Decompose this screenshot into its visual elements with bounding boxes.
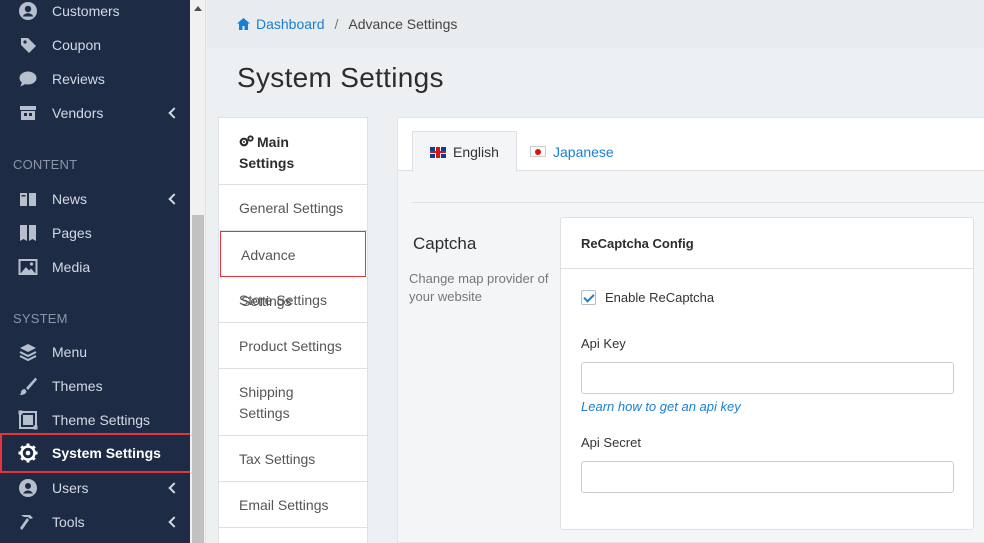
sidebar-item-reviews[interactable]: Reviews [0, 64, 190, 94]
sidebar-item-label: Themes [52, 378, 103, 394]
comment-icon [17, 68, 39, 90]
chevron-left-icon [168, 516, 180, 528]
api-secret-input[interactable] [581, 461, 954, 493]
sidebar-item-coupon[interactable]: Coupon [0, 30, 190, 60]
chevron-left-icon [168, 107, 180, 119]
tab-label: English [453, 144, 499, 160]
settings-menu-heading: Main Settings [219, 118, 367, 185]
sidebar-item-tools[interactable]: Tools [0, 507, 190, 537]
menu-item-store-settings[interactable]: Store Settings [219, 277, 367, 323]
hammer-icon [17, 511, 39, 533]
enable-recaptcha-row[interactable]: Enable ReCaptcha [581, 290, 714, 305]
breadcrumb-separator: / [334, 16, 339, 32]
sidebar-item-themes[interactable]: Themes [0, 371, 190, 401]
menu-item-email-settings[interactable]: Email Settings [219, 482, 367, 528]
sidebar-item-news[interactable]: News [0, 184, 190, 214]
sidebar-item-pages[interactable]: Pages [0, 218, 190, 248]
api-key-label: Api Key [581, 336, 626, 351]
brush-icon [17, 375, 39, 397]
section-divider [412, 202, 984, 203]
tab-japanese[interactable]: Japanese [513, 131, 631, 172]
sidebar-item-label: Menu [52, 344, 88, 360]
menu-item-shipping-settings[interactable]: Shipping Settings [219, 369, 367, 436]
image-icon [17, 256, 39, 278]
home-icon [237, 18, 250, 30]
sidebar: Customers Coupon Reviews Vendors CONTENT… [0, 0, 193, 543]
recaptcha-config-card: ReCaptcha Config Enable ReCaptcha Api Ke… [560, 217, 974, 530]
sidebar-section-system: SYSTEM [13, 311, 68, 326]
sidebar-scrollbar[interactable] [190, 0, 206, 543]
user-circle-icon [17, 0, 39, 22]
uk-flag-icon [430, 146, 446, 158]
api-secret-label: Api Secret [581, 435, 641, 450]
scroll-up-arrow-icon[interactable] [194, 6, 202, 11]
layers-icon [17, 341, 39, 363]
sidebar-item-label: Vendors [52, 105, 104, 121]
settings-panel: English Japanese Captcha Change map prov… [397, 117, 984, 543]
api-key-input[interactable] [581, 362, 954, 394]
breadcrumb: Dashboard / Advance Settings [207, 0, 984, 48]
japan-flag-icon [530, 146, 546, 157]
sidebar-section-content: CONTENT [13, 157, 78, 172]
settings-menu: Main Settings General Settings Advance S… [218, 117, 368, 543]
sidebar-item-system-settings[interactable]: System Settings [0, 433, 193, 473]
chevron-left-icon [168, 482, 180, 494]
api-key-help-link[interactable]: Learn how to get an api key [581, 399, 741, 414]
menu-item-advance-settings[interactable]: Advance Settings [220, 231, 366, 309]
enable-recaptcha-checkbox[interactable] [581, 290, 596, 305]
sidebar-item-label: Customers [52, 3, 120, 19]
scrollbar-thumb[interactable] [192, 215, 204, 543]
sidebar-item-menu[interactable]: Menu [0, 337, 190, 367]
users-icon [17, 477, 39, 499]
menu-item-label: Shipping Settings [239, 384, 294, 421]
breadcrumb-dashboard-label: Dashboard [256, 16, 325, 32]
theme-settings-icon [17, 409, 39, 431]
card-title: ReCaptcha Config [561, 218, 973, 269]
pages-icon [17, 222, 39, 244]
sidebar-item-label: Pages [52, 225, 92, 241]
sidebar-item-vendors[interactable]: Vendors [0, 98, 190, 128]
sidebar-item-label: Users [52, 480, 89, 496]
language-tabs: English Japanese [398, 118, 984, 172]
menu-item-general-settings[interactable]: General Settings [219, 185, 367, 231]
menu-item-tax-settings[interactable]: Tax Settings [219, 436, 367, 482]
captcha-section-title: Captcha [413, 234, 477, 253]
store-icon [17, 102, 39, 124]
sidebar-item-theme-settings[interactable]: Theme Settings [0, 405, 190, 435]
cogs-icon [239, 135, 254, 147]
sidebar-item-label: Tools [52, 514, 85, 530]
gear-icon [17, 442, 39, 464]
sidebar-item-label: Media [52, 259, 91, 275]
breadcrumb-dashboard-link[interactable]: Dashboard [237, 16, 325, 32]
settings-menu-heading-line1: Main [257, 134, 289, 150]
tab-english[interactable]: English [412, 131, 517, 172]
breadcrumb-current: Advance Settings [348, 16, 458, 32]
page-title: System Settings [237, 62, 444, 93]
captcha-section-description: Change map provider of your website [409, 271, 549, 304]
sidebar-item-label: Theme Settings [52, 412, 151, 428]
book-icon [17, 188, 39, 210]
sidebar-item-customers[interactable]: Customers [0, 0, 190, 26]
enable-recaptcha-label: Enable ReCaptcha [605, 290, 715, 305]
sidebar-item-label: System Settings [52, 445, 161, 461]
chevron-left-icon [168, 193, 180, 205]
tag-icon [17, 34, 39, 56]
sidebar-item-label: Reviews [52, 71, 105, 87]
sidebar-item-label: News [52, 191, 88, 207]
sidebar-item-media[interactable]: Media [0, 252, 190, 282]
menu-item-product-settings[interactable]: Product Settings [219, 323, 367, 369]
sidebar-item-label: Coupon [52, 37, 102, 53]
sidebar-item-users[interactable]: Users [0, 473, 190, 503]
settings-menu-heading-line2: Settings [239, 155, 295, 171]
tab-label: Japanese [553, 143, 614, 160]
